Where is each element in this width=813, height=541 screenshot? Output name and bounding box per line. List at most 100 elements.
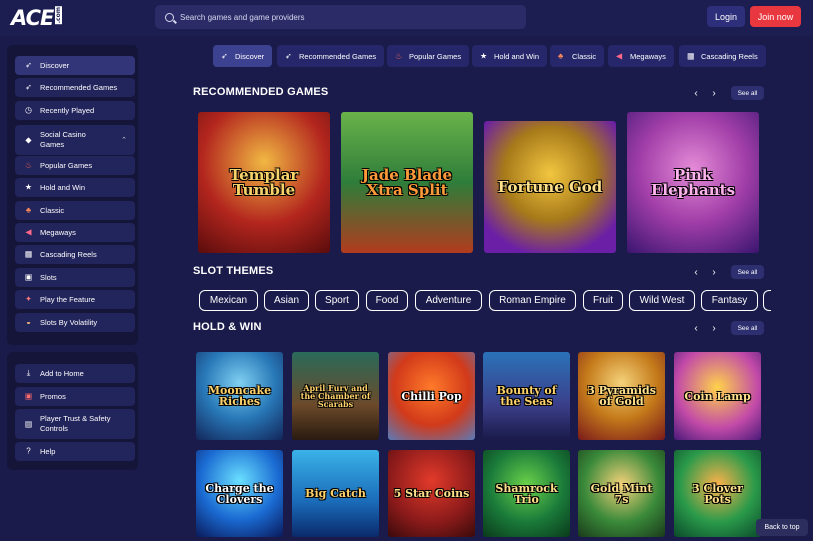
sidebar-item-hold-and-win[interactable]: ★ Hold and Win	[15, 178, 135, 197]
sidebar-item-label: Cascading Reels	[40, 249, 97, 259]
sidebar-item-megaways[interactable]: ◀ Megaways	[15, 223, 135, 242]
sidebar-main-nav: ➶ Discover ➶ Recommended Games ◷ Recently P…	[7, 45, 138, 345]
tab-discover[interactable]: ➶ Discover	[213, 45, 273, 67]
volatility-icon: ◒	[26, 317, 31, 327]
theme-chip-sport[interactable]: Sport	[315, 290, 359, 311]
sidebar-item-label: Social Casino Games	[40, 130, 86, 149]
theme-chip-adventure[interactable]: Adventure	[415, 290, 482, 311]
search-bar[interactable]	[155, 5, 526, 29]
tab-classic[interactable]: ♣ Classic	[550, 45, 605, 67]
game-title: Charge the Clovers	[205, 481, 274, 506]
sidebar-item-recently-played[interactable]: ◷ Recently Played	[15, 101, 135, 120]
game-title: Jade Blade Xtra Split	[361, 165, 453, 199]
game-tile-coin-lamp[interactable]: Coin Lamp	[674, 352, 761, 440]
sidebar-item-cascading-reels[interactable]: ▦ Cascading Reels	[15, 245, 135, 264]
star-icon: ★	[480, 51, 488, 61]
tab-label: Megaways	[630, 51, 666, 61]
sidebar-item-recommended[interactable]: ➶ Recommended Games	[15, 78, 135, 97]
tab-label: Cascading Reels	[701, 51, 758, 61]
see-all-hold-win-button[interactable]: See all	[731, 321, 764, 335]
see-all-recommended-button[interactable]: See all	[731, 86, 764, 100]
tab-label: Classic	[572, 51, 597, 61]
rocket-icon: ➶	[25, 82, 32, 92]
theme-chip-mexican[interactable]: Mexican	[199, 290, 258, 311]
game-tile-5-star-coins[interactable]: 5 Star Coins	[388, 450, 475, 537]
game-title: 5 Star Coins	[393, 487, 470, 500]
sidebar-item-label: Popular Games	[40, 160, 93, 170]
tab-popular-games[interactable]: ♨ Popular Games	[387, 45, 470, 67]
download-icon: ⤓	[26, 368, 31, 378]
sidebar-item-add-to-home[interactable]: ⤓ Add to Home	[15, 364, 135, 383]
tab-label: Hold and Win	[494, 51, 540, 61]
chevron-right-icon[interactable]: ›	[707, 265, 721, 279]
chevron-right-icon[interactable]: ›	[707, 86, 721, 100]
game-tile-big-catch[interactable]: Big Catch	[292, 450, 379, 537]
game-title: 3 Pyramids of Gold	[587, 384, 656, 408]
sidebar-item-slots-by-volatility[interactable]: ◒ Slots By Volatility	[15, 313, 135, 332]
theme-chip-roman-empire[interactable]: Roman Empire	[489, 290, 576, 311]
game-tile-charge-the-clovers[interactable]: Charge the Clovers	[196, 450, 283, 537]
classic-icon: ♣	[558, 51, 564, 61]
fire-icon: ♨	[24, 160, 33, 170]
tab-recommended-games[interactable]: ➶ Recommended Games	[277, 45, 385, 67]
game-tile-april-fury[interactable]: April Fury and the Chamber of Scarabs	[292, 352, 379, 440]
sidebar-item-help[interactable]: ? Help	[15, 442, 135, 461]
tab-hold-and-win[interactable]: ★ Hold and Win	[472, 45, 548, 67]
game-tile-gold-mint-7s[interactable]: Gold Mint 7s	[578, 450, 665, 537]
game-tile-shamrock-trio[interactable]: Shamrock Trio	[483, 450, 570, 537]
theme-chip-fantasy[interactable]: Fantasy	[701, 290, 758, 311]
sidebar-item-trust-safety[interactable]: ▤ Player Trust & Safety Controls	[15, 409, 135, 439]
sidebar-item-play-the-feature[interactable]: ✦ Play the Feature	[15, 290, 135, 309]
game-title: Chilli Pop	[401, 389, 462, 403]
sidebar-item-promos[interactable]: ▣ Promos	[15, 387, 135, 406]
megaways-icon: ◀	[25, 227, 32, 237]
see-all-themes-button[interactable]: See all	[731, 265, 764, 279]
chevron-right-icon[interactable]: ›	[707, 321, 721, 335]
sidebar-item-label: Play the Feature	[40, 294, 96, 304]
theme-chip-asian[interactable]: Asian	[264, 290, 309, 311]
sidebar-item-discover[interactable]: ➶ Discover	[15, 56, 135, 75]
sidebar-item-label: Megaways	[40, 227, 76, 237]
slots-icon: ▣	[24, 272, 33, 282]
game-tile-templar-tumble[interactable]: Templar Tumble	[198, 112, 330, 253]
rocket-icon: ➶	[221, 51, 228, 61]
tab-megaways[interactable]: ◀ Megaways	[608, 45, 674, 67]
game-tile-jade-blade[interactable]: Jade Blade Xtra Split	[341, 112, 473, 253]
theme-chip-wild-west[interactable]: Wild West	[629, 290, 695, 311]
game-tile-3-pyramids-of-gold[interactable]: 3 Pyramids of Gold	[578, 352, 665, 440]
feature-icon: ✦	[25, 294, 32, 304]
game-tile-fortune-god[interactable]: Fortune God	[484, 121, 616, 253]
tab-cascading-reels[interactable]: ▦ Cascading Reels	[679, 45, 766, 67]
chevron-left-icon[interactable]: ‹	[689, 321, 703, 335]
game-tile-3-clover-pots[interactable]: 3 Clover Pots	[674, 450, 761, 537]
game-tile-bounty-of-the-seas[interactable]: Bounty of the Seas	[483, 352, 570, 440]
ace-logo[interactable]: ACE .com	[11, 6, 63, 30]
logo-suffix: .com	[55, 6, 63, 25]
section-title-slot-themes: SLOT THEMES	[193, 265, 274, 277]
join-now-button[interactable]: Join now	[750, 6, 801, 27]
chevron-left-icon[interactable]: ‹	[689, 86, 703, 100]
sidebar-item-social-casino[interactable]: ◆ Social Casino Games ⌃	[15, 125, 135, 155]
logo-text: ACE	[11, 6, 54, 30]
chevron-up-icon[interactable]: ⌃	[121, 136, 127, 144]
theme-chip-food[interactable]: Food	[366, 290, 408, 311]
game-tile-chilli-pop[interactable]: Chilli Pop	[388, 352, 475, 440]
help-icon: ?	[26, 446, 31, 456]
sidebar-item-popular[interactable]: ♨ Popular Games	[15, 156, 135, 175]
search-input[interactable]	[180, 12, 480, 22]
game-title: Bounty of the Seas	[496, 384, 557, 408]
sidebar-item-classic[interactable]: ♣ Classic	[15, 201, 135, 220]
game-tile-pink-elephants[interactable]: Pink Elephants	[627, 112, 759, 253]
casino-icon: ◆	[25, 135, 32, 144]
game-title: April Fury and the Chamber of Scarabs	[300, 383, 371, 409]
tab-label: Popular Games	[409, 51, 462, 61]
chevron-left-icon[interactable]: ‹	[689, 265, 703, 279]
sidebar-item-slots[interactable]: ▣ Slots	[15, 268, 135, 287]
login-button[interactable]: Login	[707, 6, 745, 27]
theme-chip-fruit[interactable]: Fruit	[583, 290, 623, 311]
back-to-top-button[interactable]: Back to top	[756, 519, 808, 536]
sidebar-item-label: Recommended Games	[40, 82, 118, 92]
game-tile-mooncake-riches[interactable]: Mooncake Riches	[196, 352, 283, 440]
game-title: Fortune God	[497, 177, 603, 196]
theme-chip-partial[interactable]	[763, 290, 771, 311]
